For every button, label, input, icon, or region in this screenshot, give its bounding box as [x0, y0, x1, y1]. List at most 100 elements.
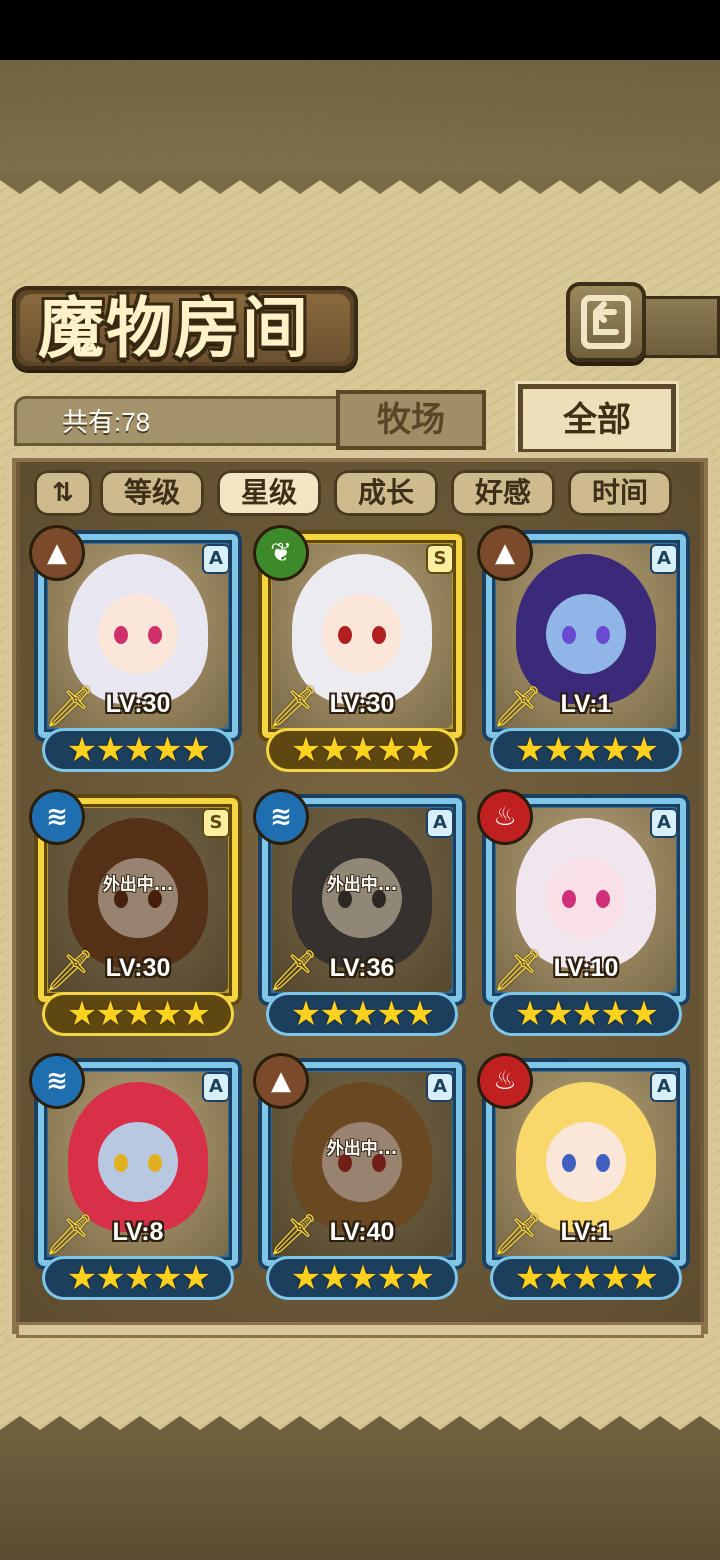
star-icon: ★: [152, 1258, 183, 1298]
water-element-icon: ≋: [32, 792, 82, 842]
monster-card[interactable]: ▲ A 🗡 LV:30 ★★★★★: [32, 528, 242, 774]
star-icon: ★: [514, 730, 546, 770]
portrait-eye: [338, 626, 352, 644]
portrait-eye: [562, 890, 576, 908]
star-icon: ★: [290, 994, 322, 1034]
earth-element-icon: ▲: [480, 528, 530, 578]
star-icon: ★: [376, 1258, 407, 1298]
star-icon: ★: [180, 1258, 212, 1298]
sort-by-affection-button[interactable]: 好感: [451, 470, 555, 516]
monster-card[interactable]: 外出中... ▲ A 🗡 LV:40 ★★★★★: [256, 1056, 466, 1302]
portrait-eye: [148, 1154, 162, 1172]
star-icon: ★: [66, 730, 98, 770]
star-icon: ★: [376, 994, 407, 1034]
portrait-eye: [562, 626, 576, 644]
monster-card[interactable]: ♨ A 🗡 LV:1 ★★★★★: [480, 1056, 690, 1302]
sort-by-time-button[interactable]: 时间: [568, 470, 672, 516]
star-icon: ★: [404, 730, 436, 770]
star-icon: ★: [123, 994, 155, 1034]
star-icon: ★: [628, 730, 660, 770]
monster-card[interactable]: 外出中... ≋ A 🗡 LV:36 ★★★★★: [256, 792, 466, 1038]
monster-level: LV:1: [560, 690, 612, 718]
star-icon: ★: [290, 1258, 322, 1298]
portrait-eye: [148, 626, 162, 644]
star-rating: ★★★★★: [42, 992, 234, 1036]
monster-card[interactable]: ▲ A 🗡 LV:1 ★★★★★: [480, 528, 690, 774]
star-icon: ★: [376, 730, 407, 770]
star-icon: ★: [180, 730, 212, 770]
plant-element-icon: ❦: [256, 528, 306, 578]
portrait-eye: [114, 1154, 128, 1172]
portrait-eye: [562, 1154, 576, 1172]
portrait-eye: [596, 626, 610, 644]
monster-level: LV:30: [329, 690, 395, 718]
star-icon: ★: [543, 994, 574, 1034]
star-icon: ★: [600, 994, 631, 1034]
monster-count: 共有:78: [62, 407, 151, 437]
star-icon: ★: [66, 994, 98, 1034]
star-icon: ★: [404, 1258, 436, 1298]
tab-ranch[interactable]: 牧场: [336, 390, 486, 450]
star-icon: ★: [95, 730, 126, 770]
portrait-eye: [596, 890, 610, 908]
star-rating: ★★★★★: [266, 728, 458, 772]
star-icon: ★: [123, 1258, 155, 1298]
rank-badge: A: [650, 544, 678, 574]
monster-level: LV:30: [105, 690, 171, 718]
monster-card[interactable]: ≋ A 🗡 LV:8 ★★★★★: [32, 1056, 242, 1302]
earth-element-icon: ▲: [32, 528, 82, 578]
star-icon: ★: [95, 994, 126, 1034]
rank-badge: A: [202, 544, 230, 574]
rank-badge: S: [426, 544, 454, 574]
portrait-face: [546, 594, 626, 674]
sort-by-star-button[interactable]: 星级: [217, 470, 321, 516]
background-strip-top: [0, 60, 720, 170]
star-icon: ★: [514, 994, 546, 1034]
rank-badge: S: [202, 808, 230, 838]
portrait-face: [322, 594, 402, 674]
page-title: 魔物房间: [38, 289, 310, 367]
away-status-label: 外出中...: [326, 875, 398, 895]
monster-level: LV:36: [329, 954, 395, 982]
sort-order-icon: ⇅: [52, 478, 74, 508]
sort-order-toggle[interactable]: ⇅: [34, 470, 92, 516]
star-icon: ★: [514, 1258, 546, 1298]
monster-level: LV:1: [560, 1218, 612, 1246]
star-icon: ★: [319, 994, 350, 1034]
monster-card[interactable]: 外出中... ≋ S 🗡 LV:30 ★★★★★: [32, 792, 242, 1038]
portrait-eye: [114, 626, 128, 644]
away-status-label: 外出中...: [102, 875, 174, 895]
away-status-label: 外出中...: [326, 1139, 398, 1159]
star-icon: ★: [319, 1258, 350, 1298]
rank-badge: A: [202, 1072, 230, 1102]
monster-card[interactable]: ♨ A 🗡 LV:10 ★★★★★: [480, 792, 690, 1038]
water-element-icon: ≋: [32, 1056, 82, 1106]
back-button[interactable]: [566, 282, 646, 362]
star-rating: ★★★★★: [490, 992, 682, 1036]
back-button-extension: [640, 296, 720, 358]
rank-badge: A: [426, 808, 454, 838]
tab-all[interactable]: 全部: [518, 384, 676, 454]
portrait-face: [98, 594, 178, 674]
sort-by-level-button[interactable]: 等级: [100, 470, 204, 516]
portrait-eye: [372, 626, 386, 644]
rank-badge: A: [650, 1072, 678, 1102]
star-rating: ★★★★★: [42, 728, 234, 772]
background-strip-bottom: [0, 1440, 720, 1560]
monster-card[interactable]: ❦ S 🗡 LV:30 ★★★★★: [256, 528, 466, 774]
star-icon: ★: [571, 1258, 603, 1298]
monster-level: LV:10: [553, 954, 619, 982]
star-icon: ★: [404, 994, 436, 1034]
return-arrow-icon: [581, 295, 631, 349]
monster-level: LV:8: [112, 1218, 164, 1246]
star-icon: ★: [152, 994, 183, 1034]
portrait-face: [546, 858, 626, 938]
rank-badge: A: [650, 808, 678, 838]
portrait-face: [546, 1122, 626, 1202]
star-icon: ★: [600, 730, 631, 770]
portrait-eye: [596, 1154, 610, 1172]
star-icon: ★: [152, 730, 183, 770]
star-icon: ★: [571, 730, 603, 770]
sort-by-growth-button[interactable]: 成长: [334, 470, 438, 516]
star-icon: ★: [319, 730, 350, 770]
